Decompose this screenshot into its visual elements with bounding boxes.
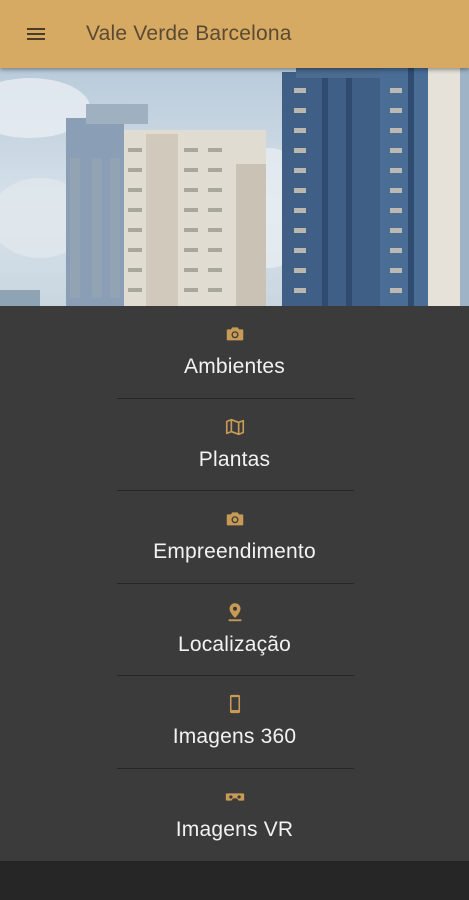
menu-item-label: Plantas	[198, 447, 271, 471]
menu-item-label: Imagens VR	[175, 817, 294, 841]
menu-item-label: Localização	[177, 632, 292, 656]
menu-item-localizacao[interactable]: Localização	[0, 584, 469, 676]
camera-icon	[226, 327, 243, 341]
app-title: Vale Verde Barcelona	[86, 22, 292, 45]
menu-item-imagens-360[interactable]: Imagens 360	[0, 676, 469, 769]
menu-item-empreendimento[interactable]: Empreendimento	[0, 491, 469, 584]
smartphone-icon	[229, 694, 240, 714]
location-pin-icon	[228, 602, 241, 621]
menu-item-label: Empreendimento	[153, 540, 316, 563]
menu-button[interactable]	[0, 0, 72, 68]
hero-building-image	[0, 68, 469, 306]
camera-icon	[226, 512, 243, 526]
menu-item-label: Imagens 360	[172, 725, 297, 748]
bottom-bar	[0, 861, 469, 900]
menu-item-ambientes[interactable]: Ambientes	[0, 306, 469, 399]
menu-item-label: Ambientes	[183, 355, 286, 378]
hamburger-menu-icon	[27, 28, 45, 40]
map-icon	[225, 418, 244, 435]
vr-headset-icon	[225, 792, 244, 801]
app-bar: Vale Verde Barcelona	[0, 0, 469, 68]
menu-item-plantas[interactable]: Plantas	[0, 399, 469, 491]
main-menu: Ambientes Plantas Empreendimento Localiz…	[0, 306, 469, 861]
menu-item-imagens-vr[interactable]: Imagens VR	[0, 769, 469, 862]
